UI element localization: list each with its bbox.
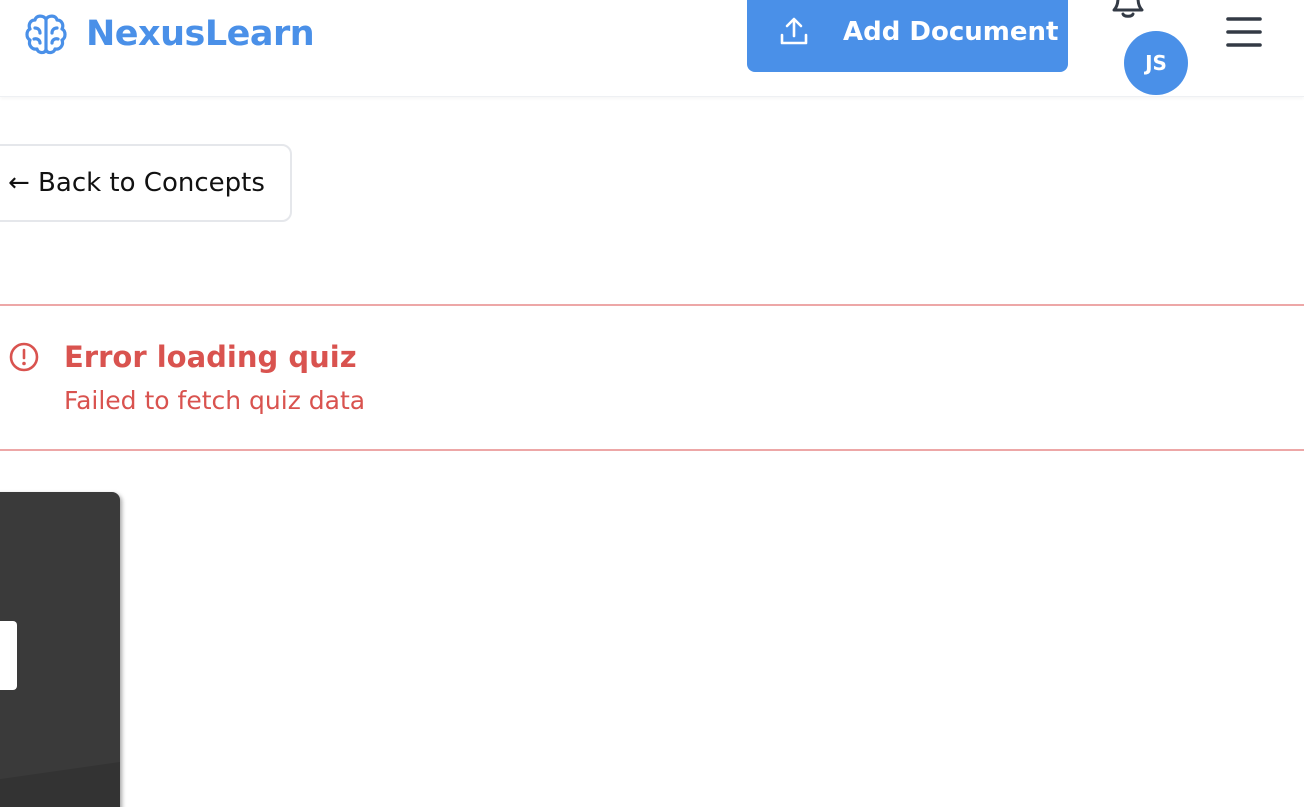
error-alert: Error loading quiz Failed to fetch quiz … <box>0 304 1304 451</box>
page: NexusLearn Add Document JS ← Back to Con… <box>0 0 1304 807</box>
overlay-panel <box>0 492 120 807</box>
upload-icon <box>780 17 808 45</box>
bell-icon[interactable] <box>1108 0 1148 20</box>
alert-message: Failed to fetch quiz data <box>64 386 366 415</box>
panel-handle[interactable] <box>0 621 17 690</box>
user-avatar[interactable]: JS <box>1124 31 1188 95</box>
brand-logo[interactable]: NexusLearn <box>22 8 315 60</box>
panel-shading <box>0 762 120 807</box>
add-document-label: Add Document <box>843 17 1059 47</box>
back-button-label: ← Back to Concepts <box>8 168 265 198</box>
back-to-concepts-button[interactable]: ← Back to Concepts <box>0 144 292 222</box>
alert-circle-icon <box>9 342 39 372</box>
brand-name: NexusLearn <box>86 14 315 54</box>
alert-title: Error loading quiz <box>64 340 357 374</box>
brain-icon <box>25 14 67 55</box>
hamburger-menu-icon[interactable] <box>1222 12 1266 52</box>
add-document-button[interactable]: Add Document <box>747 0 1068 72</box>
top-header: NexusLearn Add Document JS <box>0 0 1304 97</box>
